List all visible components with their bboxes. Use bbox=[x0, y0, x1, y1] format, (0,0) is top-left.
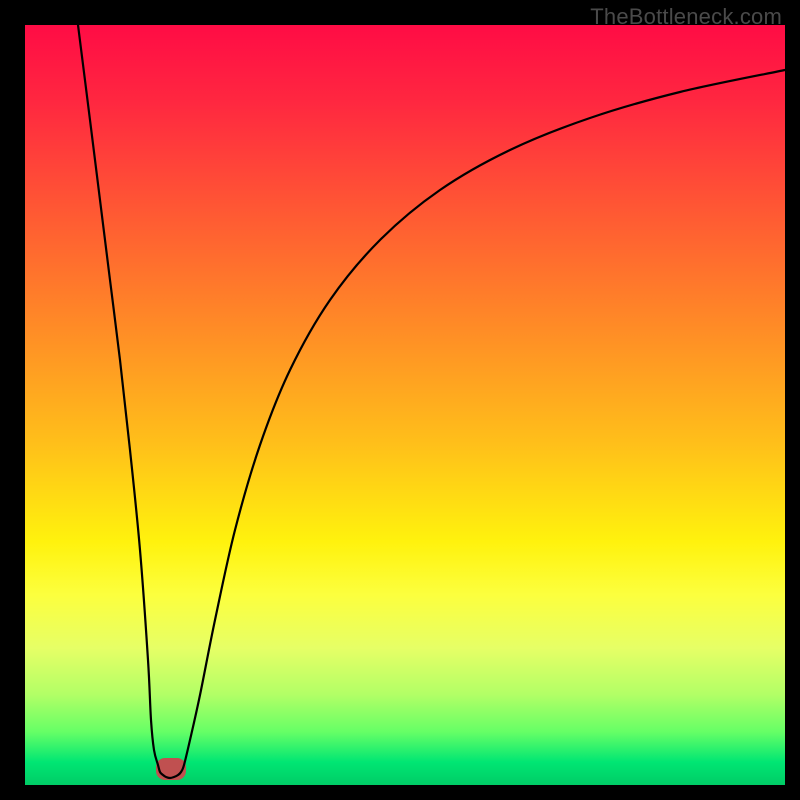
watermark-text: TheBottleneck.com bbox=[590, 4, 782, 30]
plot-background bbox=[25, 25, 785, 785]
chart-frame: TheBottleneck.com bbox=[0, 0, 800, 800]
bottleneck-plot bbox=[0, 0, 800, 800]
